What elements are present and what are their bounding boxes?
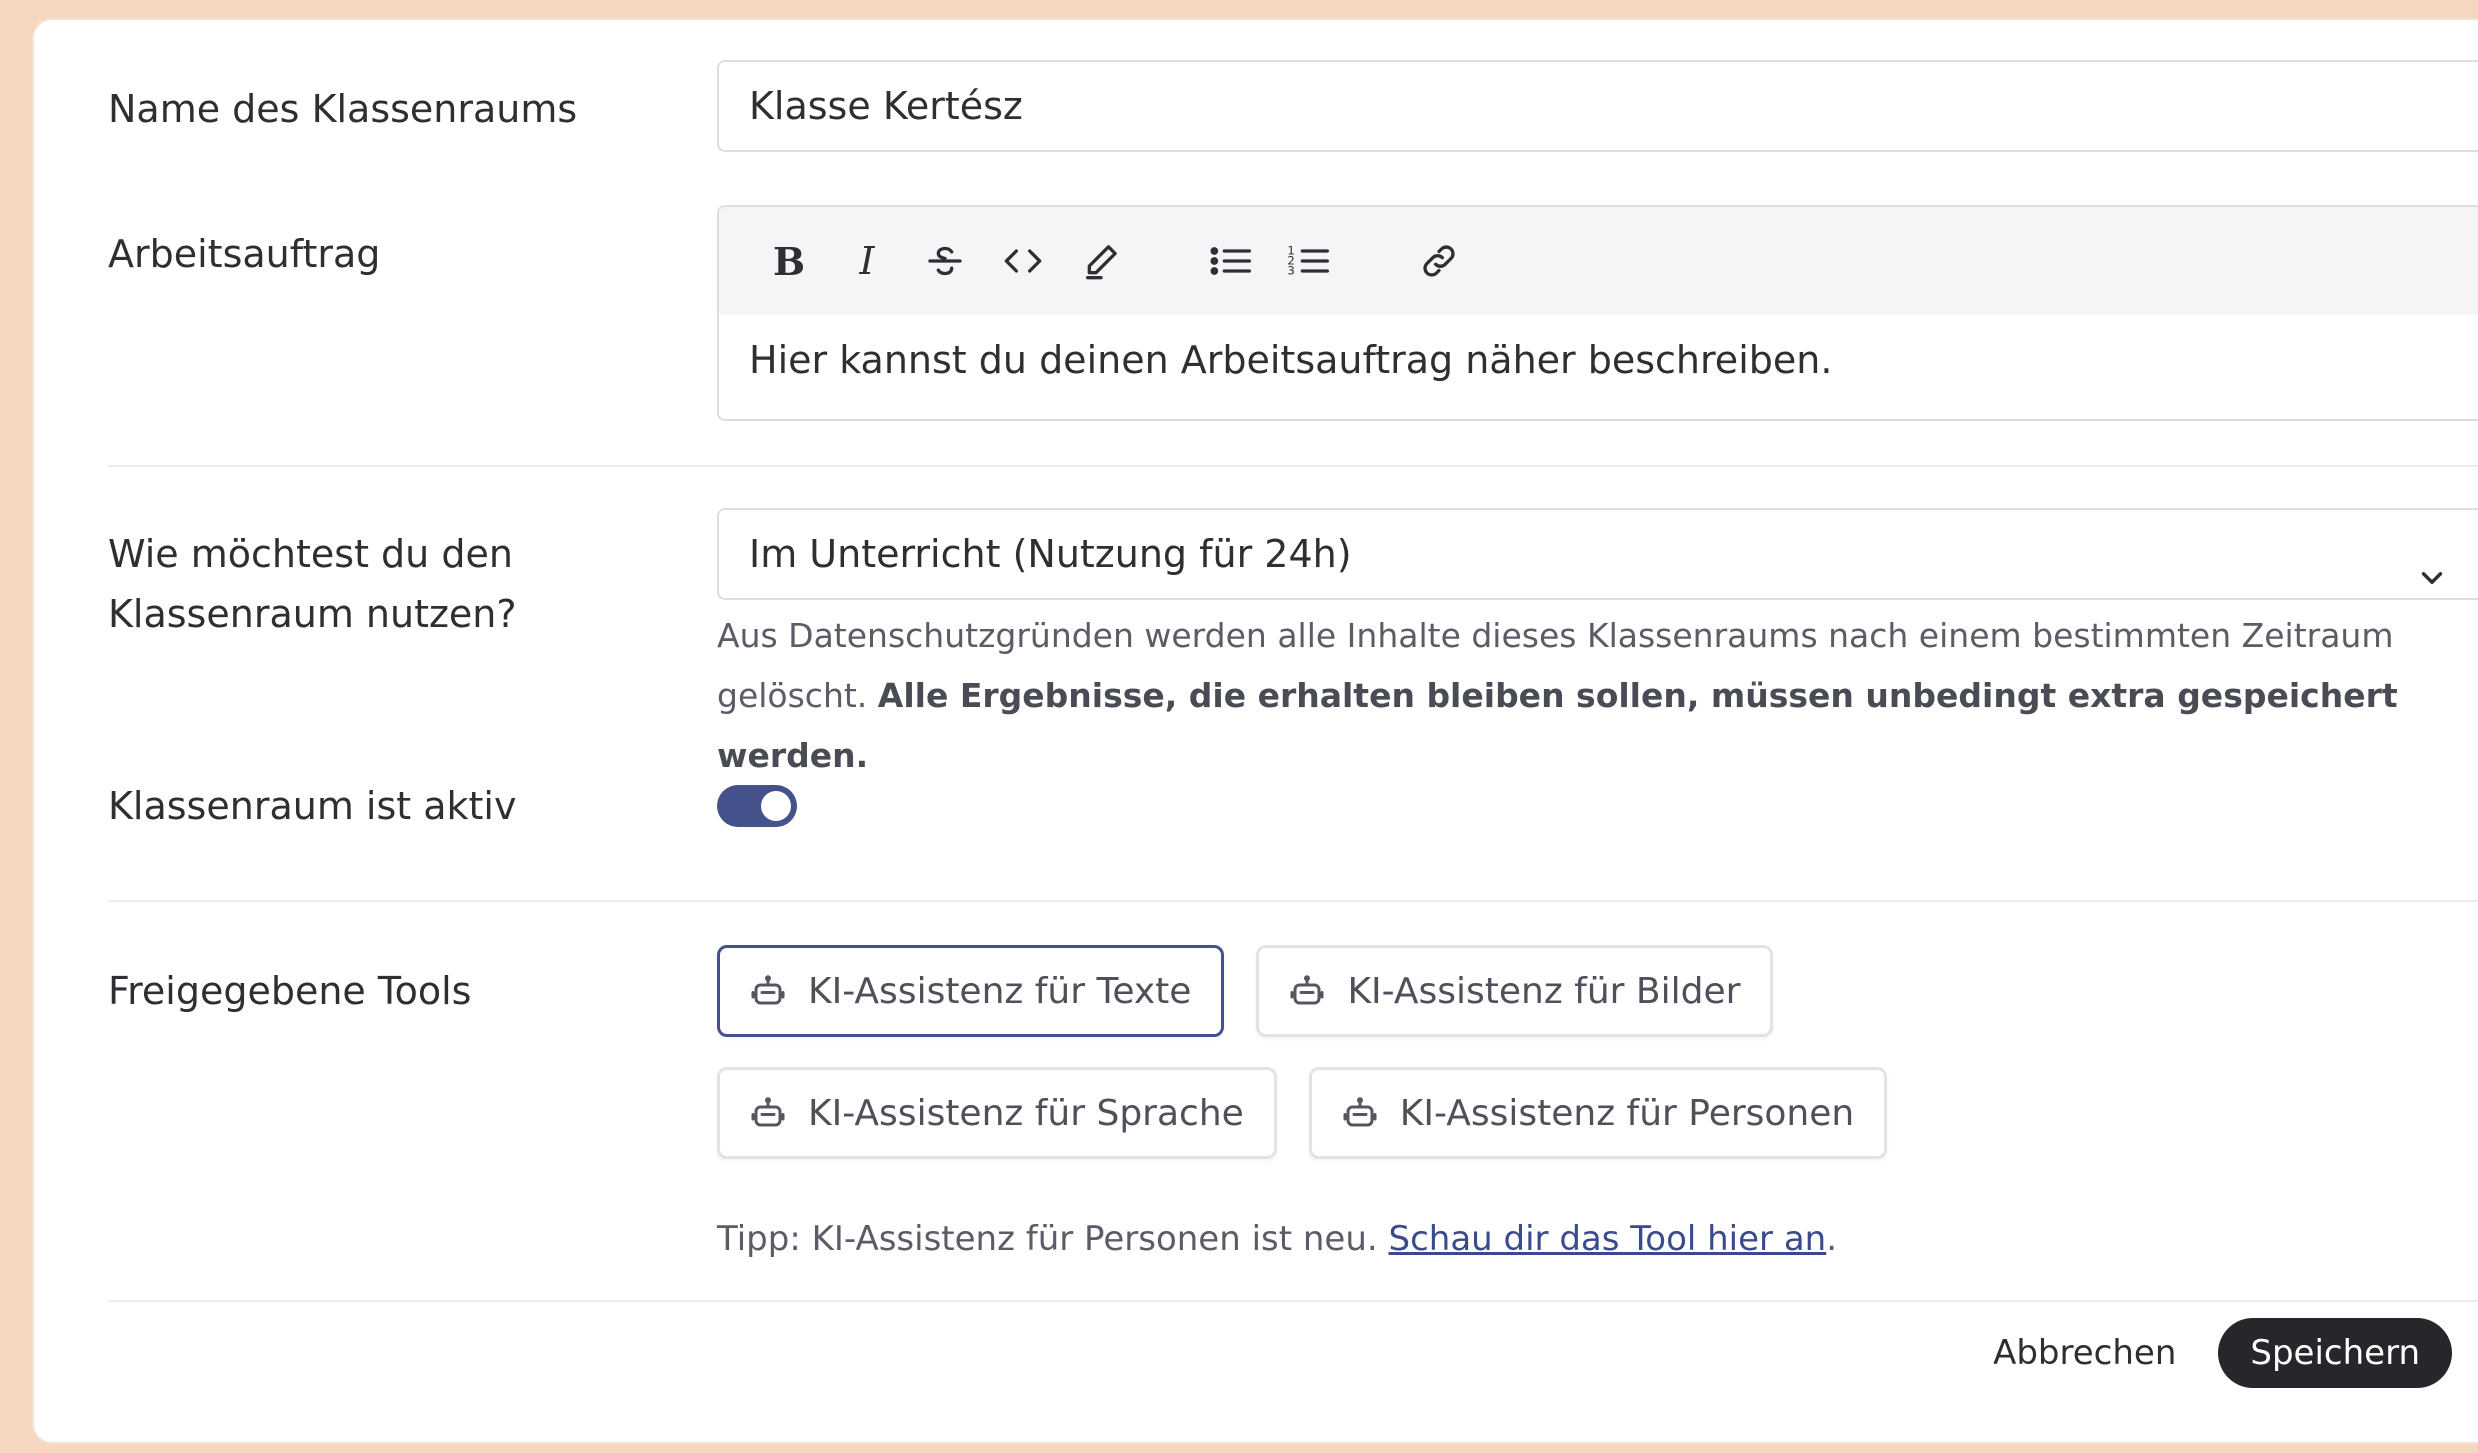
rich-text-editor: B I 123 Hier kannst du deinen Arbeitsauf… <box>717 205 2478 421</box>
italic-icon[interactable]: I <box>837 231 897 291</box>
active-toggle[interactable] <box>717 785 797 827</box>
section-divider <box>108 1300 2478 1302</box>
tool-chips: KI-Assistenz für Texte KI-Assistenz für … <box>717 945 2337 1159</box>
section-divider <box>108 900 2478 902</box>
code-icon[interactable] <box>993 231 1053 291</box>
toggle-knob <box>761 791 791 821</box>
name-label: Name des Klassenraums <box>108 87 578 131</box>
editor-toolbar: B I 123 <box>719 207 2478 315</box>
robot-icon <box>1343 1097 1377 1127</box>
ordered-list-icon[interactable]: 123 <box>1279 231 1339 291</box>
usage-selected-value: Im Unterricht (Nutzung für 24h) <box>749 532 1352 576</box>
strikethrough-icon[interactable] <box>915 231 975 291</box>
svg-text:3: 3 <box>1287 263 1294 277</box>
robot-icon <box>1290 975 1324 1005</box>
tip-text: Tipp: KI-Assistenz für Personen ist neu.… <box>717 1219 1838 1259</box>
usage-select[interactable]: Im Unterricht (Nutzung für 24h) <box>717 508 2478 600</box>
tool-chip-bilder[interactable]: KI-Assistenz für Bilder <box>1256 945 1774 1037</box>
usage-label: Wie möchtest du den Klassenraum nutzen? <box>108 532 517 636</box>
task-editor-body[interactable]: Hier kannst du deinen Arbeitsauftrag näh… <box>719 315 2478 419</box>
link-icon[interactable] <box>1409 231 1469 291</box>
tool-chip-texte[interactable]: KI-Assistenz für Texte <box>717 945 1225 1037</box>
form-footer: Abbrechen Speichern <box>1993 1318 2452 1388</box>
tools-label: Freigegebene Tools <box>108 969 472 1013</box>
chevron-down-icon <box>2415 538 2449 626</box>
tool-chip-personen[interactable]: KI-Assistenz für Personen <box>1308 1067 1888 1159</box>
tool-info-link[interactable]: Schau dir das Tool hier an <box>1389 1219 1827 1259</box>
robot-icon <box>751 1097 785 1127</box>
robot-icon <box>751 975 785 1005</box>
privacy-help-text: Aus Datenschutzgründen werden alle Inhal… <box>717 616 2398 775</box>
active-label: Klassenraum ist aktiv <box>108 784 517 828</box>
save-button[interactable]: Speichern <box>2218 1318 2452 1388</box>
tool-chip-sprache[interactable]: KI-Assistenz für Sprache <box>717 1067 1277 1159</box>
classroom-name-input[interactable]: Klasse Kertész <box>717 60 2478 152</box>
bullet-list-icon[interactable] <box>1201 231 1261 291</box>
bold-icon[interactable]: B <box>759 231 819 291</box>
cancel-button[interactable]: Abbrechen <box>1993 1333 2176 1373</box>
highlight-icon[interactable] <box>1071 231 1131 291</box>
section-divider <box>108 465 2478 467</box>
task-label: Arbeitsauftrag <box>108 232 381 276</box>
classroom-settings-card: Name des Klassenraums Klasse Kertész Arb… <box>34 20 2478 1442</box>
